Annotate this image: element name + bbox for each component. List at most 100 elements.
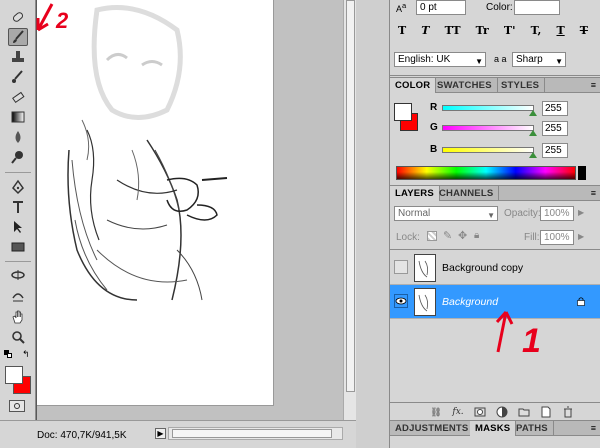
spot-healing-tool[interactable] xyxy=(8,8,28,26)
green-slider[interactable] xyxy=(442,125,537,136)
vertical-scroll-thumb[interactable] xyxy=(346,0,355,392)
quick-mask-icon xyxy=(14,403,20,409)
pen-tool[interactable] xyxy=(8,178,28,196)
document-canvas-area[interactable] xyxy=(37,0,343,420)
language-dropdown[interactable]: English: UK ▼ xyxy=(394,52,486,67)
superscript-button[interactable]: T' xyxy=(504,24,516,38)
zoom-tool[interactable] xyxy=(8,328,28,346)
hand-tool[interactable] xyxy=(8,308,28,326)
all-caps-button[interactable]: TT xyxy=(445,24,461,38)
lock-position-icon[interactable]: ✥ xyxy=(458,229,467,242)
lock-all-icon[interactable]: 🔒︎ xyxy=(474,230,479,241)
toolbar-divider xyxy=(5,261,31,262)
visibility-toggle[interactable] xyxy=(394,260,408,274)
default-bg-swatch xyxy=(7,353,12,358)
strikethrough-button[interactable]: T xyxy=(580,24,588,38)
lock-label: Lock: xyxy=(396,232,420,243)
fx-icon[interactable]: fx. xyxy=(452,406,464,418)
vertical-scrollbar[interactable] xyxy=(343,0,356,420)
layer-name[interactable]: Background xyxy=(442,296,498,308)
blue-value-field[interactable]: 255 xyxy=(542,143,568,158)
lock-pixels-icon[interactable]: ✎ xyxy=(443,229,452,242)
layer-row-background[interactable]: Background xyxy=(390,285,600,319)
underline-button[interactable]: T xyxy=(556,24,564,38)
default-colors-button[interactable] xyxy=(4,350,12,358)
annotation-number-2: 2 xyxy=(56,8,69,33)
link-layers-icon[interactable]: ⛓ xyxy=(430,406,442,418)
tab-swatches[interactable]: SWATCHES xyxy=(432,78,498,93)
blur-tool[interactable] xyxy=(8,128,28,146)
type-tool[interactable] xyxy=(8,198,28,216)
document-canvas[interactable] xyxy=(37,0,274,406)
gradient-tool[interactable] xyxy=(8,108,28,126)
blur-icon xyxy=(15,131,21,143)
tab-channels[interactable]: CHANNELS xyxy=(434,186,500,201)
red-value-field[interactable]: 255 xyxy=(542,101,568,116)
horizontal-scrollbar[interactable] xyxy=(168,427,343,440)
dodge-tool[interactable] xyxy=(8,148,28,166)
brush-tool[interactable] xyxy=(8,28,28,46)
adjustment-layer-icon[interactable] xyxy=(496,406,508,418)
tab-layers[interactable]: LAYERS xyxy=(390,186,440,201)
3d-orbit-tool[interactable] xyxy=(8,287,28,305)
panel-menu-icon[interactable]: ≡ xyxy=(591,188,596,198)
path-select-icon xyxy=(14,221,22,233)
color-spectrum-bar[interactable] xyxy=(396,166,576,180)
new-group-folder-icon[interactable] xyxy=(518,406,530,418)
antialias-icon: a a xyxy=(494,54,507,64)
lock-transparency-icon[interactable] xyxy=(427,231,437,241)
antialias-dropdown[interactable]: Sharp ▼ xyxy=(512,52,566,67)
faux-bold-button[interactable]: T xyxy=(398,24,406,38)
visibility-toggle[interactable] xyxy=(394,294,408,308)
new-layer-icon[interactable] xyxy=(540,406,552,418)
fill-field[interactable]: 100% xyxy=(540,230,574,245)
quick-mask-button[interactable] xyxy=(9,400,25,412)
green-value-field[interactable]: 255 xyxy=(542,121,568,136)
chevron-down-icon: ▼ xyxy=(487,211,495,220)
text-color-swatch[interactable] xyxy=(514,0,560,15)
blue-slider[interactable] xyxy=(442,147,537,158)
subscript-button[interactable]: T, xyxy=(531,24,542,38)
green-label: G xyxy=(430,122,438,133)
history-brush-tool[interactable] xyxy=(8,68,28,86)
panel-menu-icon[interactable]: ≡ xyxy=(591,80,596,90)
red-slider[interactable] xyxy=(442,105,537,116)
tab-paths[interactable]: PATHS xyxy=(511,421,554,436)
blue-slider-thumb[interactable] xyxy=(529,152,537,158)
3d-rotate-tool[interactable] xyxy=(8,266,28,284)
path-selection-tool[interactable] xyxy=(8,218,28,236)
tools-panel: ↰ xyxy=(0,0,36,420)
eraser-tool[interactable] xyxy=(8,88,28,106)
panel-menu-icon[interactable]: ≡ xyxy=(591,423,596,433)
clone-stamp-icon xyxy=(12,51,24,62)
opacity-arrow-icon[interactable]: ▶ xyxy=(578,208,584,217)
horizontal-scroll-thumb[interactable] xyxy=(172,429,332,438)
tab-color[interactable]: COLOR xyxy=(390,78,437,93)
add-mask-icon[interactable] xyxy=(474,406,486,418)
layer-row-background-copy[interactable]: Background copy xyxy=(390,251,600,285)
layer-name[interactable]: Background copy xyxy=(442,262,523,274)
status-menu-arrow-icon[interactable]: ▶ xyxy=(155,428,166,439)
opacity-field[interactable]: 100% xyxy=(540,206,574,221)
tab-masks[interactable]: MASKS xyxy=(470,421,517,436)
small-caps-button[interactable]: Tr xyxy=(476,24,489,38)
blend-mode-dropdown[interactable]: Normal ▼ xyxy=(394,206,498,221)
rectangle-tool[interactable] xyxy=(8,238,28,256)
clone-stamp-tool[interactable] xyxy=(8,48,28,66)
tab-styles[interactable]: STYLES xyxy=(496,78,546,93)
red-slider-thumb[interactable] xyxy=(529,110,537,116)
foreground-color-swatch[interactable] xyxy=(5,366,23,384)
layers-panel-tabs: LAYERS CHANNELS ≡ xyxy=(390,185,600,201)
fill-arrow-icon[interactable]: ▶ xyxy=(578,232,584,241)
rectangle-icon xyxy=(11,242,25,252)
swap-colors-icon[interactable]: ↰ xyxy=(22,349,30,360)
red-label: R xyxy=(430,102,438,113)
spectrum-black-swatch[interactable] xyxy=(578,166,586,180)
tracking-field[interactable]: 0 pt xyxy=(416,0,466,15)
3d-orbit-icon xyxy=(12,293,24,302)
tab-adjustments[interactable]: ADJUSTMENTS xyxy=(390,421,475,436)
color-panel-fg-swatch[interactable] xyxy=(394,103,412,121)
faux-italic-button[interactable]: T xyxy=(421,24,429,38)
green-slider-thumb[interactable] xyxy=(529,130,537,136)
trash-icon[interactable] xyxy=(562,406,574,418)
